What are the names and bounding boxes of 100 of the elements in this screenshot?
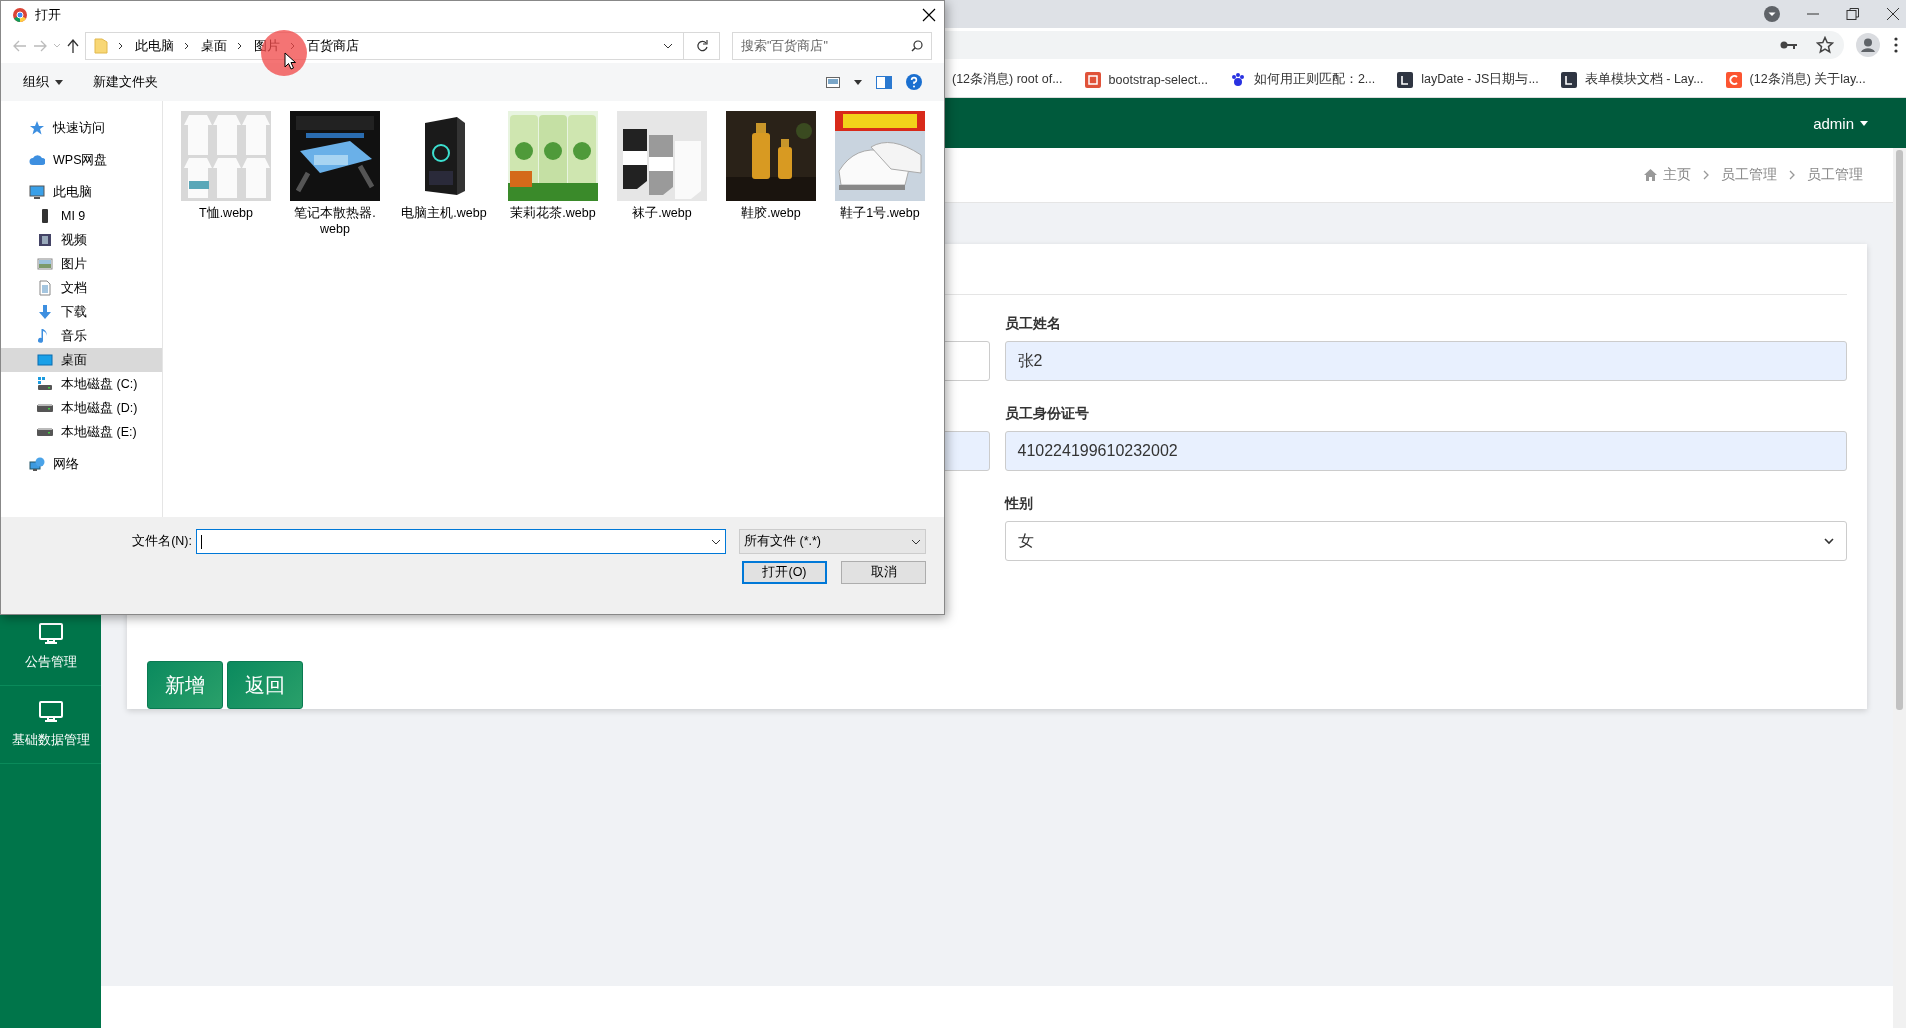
file-item[interactable]: 鞋子1号.webp [835,111,925,221]
close-icon[interactable] [922,8,936,22]
form-button[interactable]: 新增 [147,661,223,709]
bookmark[interactable]: (12条消息) root of... [952,71,1063,88]
bookmark-favicon [1560,71,1577,88]
up-icon[interactable] [67,39,79,53]
tab-search-icon[interactable] [1764,6,1780,22]
file-item[interactable]: 电脑主机.webp [399,111,489,221]
monitor-icon [29,184,45,200]
breadcrumb-link[interactable]: 主页 [1644,166,1691,184]
file-name: 鞋子1号.webp [839,205,921,221]
caret-icon [1860,120,1868,126]
bookmark[interactable]: (12条消息) 关于lay... [1725,71,1866,88]
nav-item[interactable]: 快速访问 [1,116,162,140]
search-icon [911,40,923,52]
nav-item[interactable]: 下载 [1,300,162,324]
file-name: 笔记本散热器.webp [293,205,377,237]
chevron-icon [1789,170,1795,180]
file-item[interactable]: 笔记本散热器.webp [290,111,380,237]
nav-item[interactable]: 网络 [1,452,162,476]
file-item[interactable]: 茉莉花茶.webp [508,111,598,221]
help-icon[interactable] [906,74,922,90]
nav-item[interactable]: 视频 [1,228,162,252]
file-item[interactable]: 鞋胶.webp [726,111,816,221]
caret-icon[interactable] [854,79,862,85]
key-icon[interactable] [1780,39,1798,51]
dialog-title: 打开 [35,6,61,24]
toolbar-button[interactable]: 组织 [23,73,63,91]
nav-item[interactable]: 文档 [1,276,162,300]
chevron-down-icon [1824,537,1834,545]
file-name: 电脑主机.webp [400,205,488,221]
file-name: 茉莉花茶.webp [509,205,597,221]
drive-icon [37,428,53,436]
close-icon[interactable] [1886,7,1900,21]
nav-item[interactable]: 桌面 [1,348,162,372]
dialog-button[interactable]: 打开(O) [742,561,827,584]
search-field[interactable]: 搜索"百货商店" [732,32,932,60]
cursor-icon [284,52,296,70]
path-segment[interactable]: 此电脑 [135,37,174,55]
nav-item[interactable]: 本地磁盘 (D:) [1,396,162,420]
bookmark[interactable]: 如何用正则匹配：2... [1229,71,1376,88]
breadcrumb-link[interactable]: 员工管理 [1721,166,1777,184]
network-icon [29,456,45,472]
field-label: 文件名(N): [132,533,192,550]
toolbar-button[interactable]: 新建文件夹 [93,73,158,91]
chevron-icon [118,42,123,50]
home-icon [1644,169,1657,181]
nav-item[interactable]: WPS网盘 [1,148,162,172]
nav-item[interactable]: 此电脑 [1,180,162,204]
desktop-icon [37,352,53,368]
star-icon[interactable] [1816,36,1834,54]
file-name: 袜子.webp [631,205,693,221]
view-icon[interactable] [826,76,840,88]
bookmark-favicon [1725,71,1742,88]
breadcrumb-link[interactable]: 员工管理 [1807,166,1863,184]
user-menu[interactable]: admin [1813,114,1868,132]
nav-item[interactable]: MI 9 [1,204,162,228]
file-type-select[interactable]: 所有文件 (*.*) [739,529,926,554]
bookmark-favicon [1397,71,1414,88]
bookmark[interactable]: 表单模块文档 - Lay... [1560,71,1704,88]
drive-icon [37,404,53,412]
input-field[interactable]: 410224199610232002 [1004,431,1847,471]
file-name-field[interactable] [196,529,726,554]
chevron-down-icon[interactable] [663,43,673,49]
download-icon [37,304,53,320]
preview-pane-icon[interactable] [876,75,892,89]
picture-icon [37,256,53,272]
select-field[interactable]: 女 [1004,521,1847,561]
nav-item[interactable]: 本地磁盘 (E:) [1,420,162,444]
browser-logo-icon [13,8,27,22]
refresh-icon [695,40,708,52]
nav-item[interactable]: 图片 [1,252,162,276]
dialog-button[interactable]: 取消 [841,561,926,584]
monitor-icon [38,700,63,723]
refresh-button[interactable] [684,32,720,60]
chevron-icon [184,42,189,50]
field-label: 员工身份证号 [1004,405,1090,423]
form-button[interactable]: 返回 [227,661,303,709]
restore-icon[interactable] [1846,7,1860,21]
folder-icon [94,38,108,54]
monitor-icon [38,622,63,645]
nav-item[interactable]: 本地磁盘 (C:) [1,372,162,396]
drive-icon [37,376,53,392]
bookmark[interactable]: bootstrap-select... [1084,71,1208,88]
bookmark-favicon [1084,71,1101,88]
file-item[interactable]: 袜子.webp [617,111,707,221]
input-field[interactable]: 张2 [1004,341,1847,381]
file-item[interactable]: T恤.webp [181,111,271,221]
bookmark[interactable]: layDate - JS日期与... [1397,71,1539,88]
paw-icon [1229,71,1246,88]
menu-icon[interactable] [1894,37,1898,53]
chevron-icon [237,42,242,50]
nav-item[interactable]: 音乐 [1,324,162,348]
path-segment[interactable]: 百货商店 [307,37,359,55]
path-segment[interactable]: 桌面 [201,37,227,55]
field-label: 员工姓名 [1004,315,1062,333]
cloud-icon [29,152,45,168]
profile-icon[interactable] [1856,33,1880,57]
chevron-down-icon [911,538,921,545]
caret-icon [55,79,63,85]
